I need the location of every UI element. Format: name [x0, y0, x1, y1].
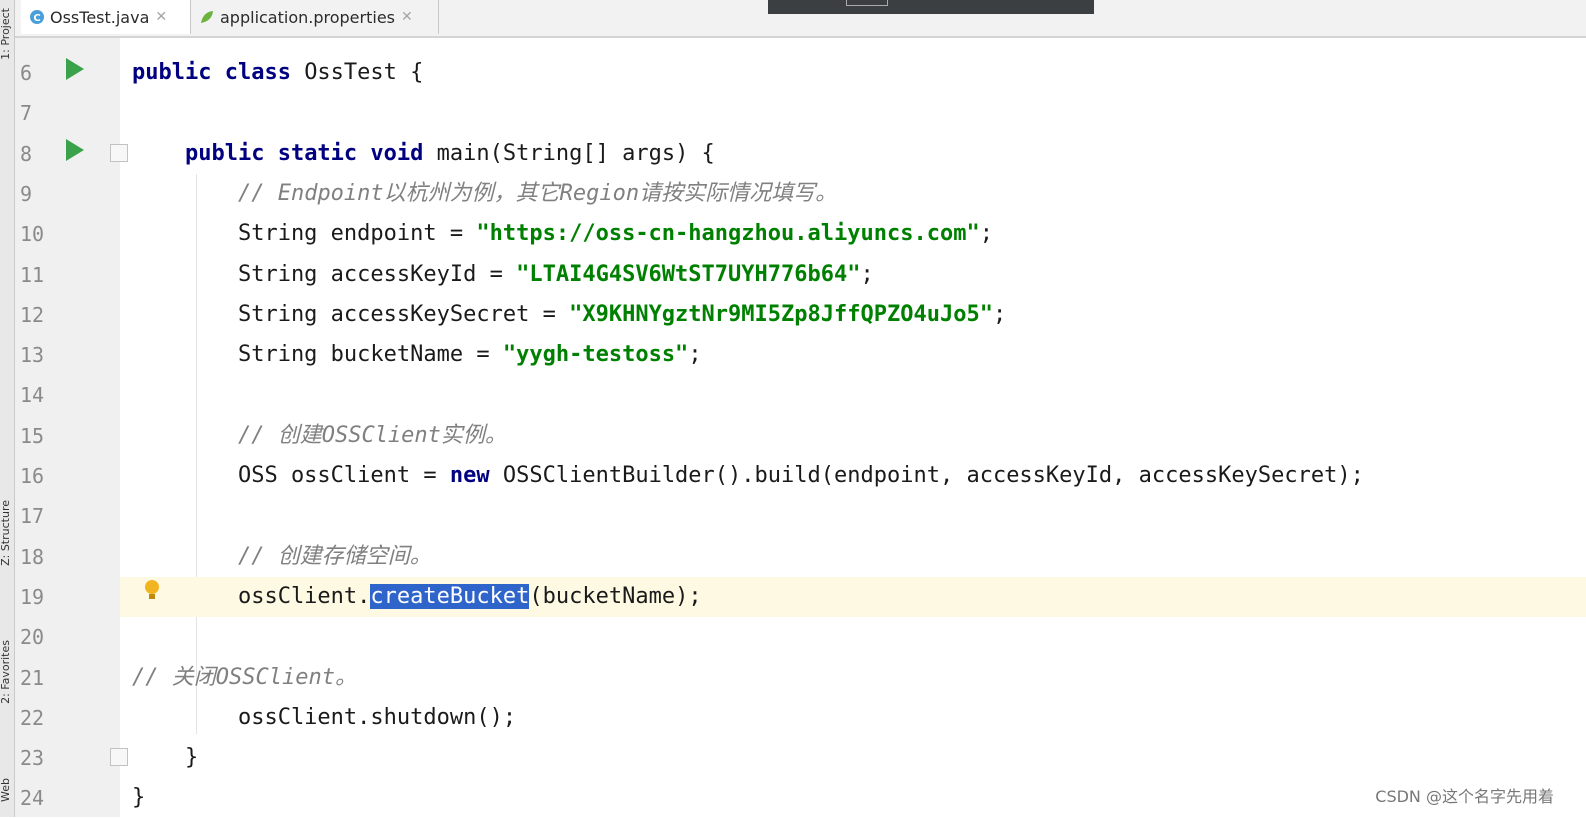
code-line[interactable]: String accessKeyId = "LTAI4G4SV6WtST7UYH…	[15, 255, 1586, 295]
code-line[interactable]: String bucketName = "yygh-testoss";	[15, 335, 1586, 375]
code-line[interactable]	[15, 617, 1586, 657]
code-token: main(String[] args) {	[436, 140, 715, 166]
code-line[interactable]: public static void main(String[] args) {	[15, 134, 1586, 174]
code-token: String accessKeyId =	[132, 261, 517, 287]
code-text: // 关闭OSSClient。	[132, 658, 357, 698]
code-token: new	[449, 463, 503, 488]
code-token: (bucketName);	[529, 583, 702, 609]
code-line[interactable]: // 创建存储空间。	[15, 537, 1586, 577]
structure-tool-button[interactable]: Z: Structure	[0, 500, 12, 566]
code-text: public static void main(String[] args) {	[132, 134, 715, 174]
code-text: String endpoint = "https://oss-cn-hangzh…	[132, 214, 993, 254]
code-line[interactable]: // 创建OSSClient实例。	[15, 416, 1586, 456]
code-token: ;	[688, 342, 702, 368]
code-line[interactable]: OSS ossClient = new OSSClientBuilder().b…	[15, 456, 1586, 496]
code-text: OSS ossClient = new OSSClientBuilder().b…	[132, 456, 1364, 496]
close-tab-icon[interactable]: ✕	[401, 9, 413, 25]
code-token: public static void	[184, 140, 437, 166]
intention-bulb-icon[interactable]	[145, 580, 159, 594]
web-tool-button[interactable]: Web	[0, 778, 12, 802]
selected-token: createBucket	[370, 583, 530, 609]
code-token: String accessKeySecret =	[132, 301, 570, 327]
code-text: ossClient.createBucket(bucketName);	[132, 577, 702, 617]
code-token: ossClient.shutdown();	[132, 704, 517, 730]
favorites-tool-button[interactable]: 2: Favorites	[0, 640, 12, 704]
code-token: "https://oss-cn-hangzhou.aliyuncs.com"	[476, 221, 980, 247]
close-tab-icon[interactable]: ✕	[155, 9, 167, 25]
project-tool-button[interactable]: 1: Project	[0, 8, 12, 60]
spring-properties-icon	[199, 9, 215, 25]
java-class-icon: C	[29, 9, 45, 25]
code-line[interactable]: }	[15, 738, 1586, 778]
code-line[interactable]: }	[15, 778, 1586, 818]
code-line[interactable]	[15, 93, 1586, 133]
code-text: // 创建存储空间。	[132, 537, 432, 577]
code-text: ossClient.shutdown();	[132, 698, 516, 738]
code-token: ;	[860, 261, 874, 287]
code-line[interactable]: ossClient.shutdown();	[15, 698, 1586, 738]
tab-application-properties[interactable]: application.properties ✕	[191, 0, 439, 34]
code-text: // Endpoint以杭州为例，其它Region请按实际情况填写。	[132, 174, 837, 214]
code-token: // 创建OSSClient实例。	[237, 422, 507, 448]
tab-osstest-java[interactable]: C OssTest.java ✕	[21, 0, 191, 34]
code-token: String endpoint =	[132, 221, 477, 247]
code-line[interactable]: // 关闭OSSClient。	[15, 658, 1586, 698]
code-token: "yygh-testoss"	[502, 342, 689, 368]
overlay-toolbar	[768, 0, 1094, 14]
code-line[interactable]: String endpoint = "https://oss-cn-hangzh…	[15, 214, 1586, 254]
code-token: OSSClientBuilder().build(endpoint, acces…	[502, 463, 1364, 488]
tab-label: application.properties	[220, 7, 395, 27]
code-token: "X9KHNYgztNr9MI5Zp8JffQPZO4uJo5"	[569, 301, 993, 327]
code-line[interactable]	[15, 496, 1586, 536]
fold-marker-icon[interactable]	[110, 144, 128, 162]
code-token: public class	[132, 60, 305, 85]
code-text: String bucketName = "yygh-testoss";	[132, 335, 702, 375]
code-line[interactable]: String accessKeySecret = "X9KHNYgztNr9MI…	[15, 295, 1586, 335]
code-token: ossClient.	[132, 583, 371, 609]
code-token: OSS ossClient =	[132, 463, 450, 488]
code-text: }	[132, 738, 198, 778]
run-main-icon[interactable]	[66, 139, 84, 161]
code-token: "LTAI4G4SV6WtST7UYH776b64"	[516, 261, 861, 287]
code-line[interactable]: public class OssTest {	[15, 53, 1586, 93]
fold-marker-icon[interactable]	[110, 748, 128, 766]
code-line[interactable]	[15, 375, 1586, 415]
tab-label: OssTest.java	[50, 7, 150, 27]
watermark: CSDN @这个名字先用着	[1375, 787, 1554, 806]
line-number: 19	[20, 584, 45, 609]
code-text: String accessKeySecret = "X9KHNYgztNr9MI…	[132, 295, 1006, 335]
code-line[interactable]: // Endpoint以杭州为例，其它Region请按实际情况填写。	[15, 174, 1586, 214]
code-token: // 关闭OSSClient。	[132, 664, 357, 690]
code-token: // Endpoint以杭州为例，其它Region请按实际情况填写。	[237, 180, 838, 206]
code-token: ;	[979, 221, 993, 247]
code-text: public class OssTest {	[132, 53, 423, 93]
code-token: String bucketName =	[132, 342, 503, 368]
tool-window-stripe: 1: Project Z: Structure 2: Favorites Web	[0, 0, 15, 817]
run-class-icon[interactable]	[66, 58, 84, 80]
code-token: // 创建存储空间。	[237, 543, 432, 569]
code-token: }	[132, 785, 146, 811]
code-token: ;	[992, 301, 1007, 327]
code-text: }	[132, 778, 145, 818]
code-text: String accessKeyId = "LTAI4G4SV6WtST7UYH…	[132, 255, 874, 295]
code-token: }	[132, 745, 199, 771]
svg-text:C: C	[33, 13, 40, 24]
code-text: // 创建OSSClient实例。	[132, 416, 507, 456]
code-line[interactable]: ossClient.createBucket(bucketName);	[120, 576, 1586, 617]
code-token: OssTest {	[304, 60, 424, 85]
